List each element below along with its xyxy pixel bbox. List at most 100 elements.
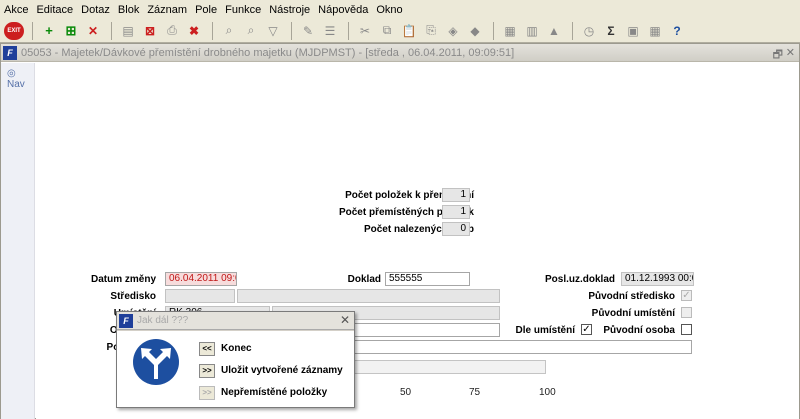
calendar-icon: ▦ <box>649 23 661 38</box>
help-button[interactable]: ? <box>667 21 687 41</box>
items-to-move-field: 1 <box>442 188 470 202</box>
duplicate-icon: ⎘ <box>426 23 436 37</box>
errors-field: 0 <box>442 222 470 236</box>
orig-person-label: Původní osoba <box>603 325 675 336</box>
unmoved-items-button[interactable]: >> <box>199 386 215 400</box>
dialog-title: Jak dál ??? <box>137 315 189 326</box>
toolbar-separator <box>32 21 33 40</box>
edit-button[interactable]: ✎ <box>298 21 318 41</box>
duplicate-button[interactable]: ⎘ <box>421 21 441 41</box>
center-code-field <box>165 289 235 303</box>
orig-person-checkbox[interactable] <box>681 324 692 335</box>
paste-button[interactable]: 📋 <box>399 21 419 41</box>
orig-center-checkbox: ✓ <box>681 290 692 301</box>
query-button[interactable]: ⌕ <box>219 21 239 41</box>
calendar-button[interactable]: ▦ <box>645 21 665 41</box>
orig-location-label: Původní umístění <box>591 308 675 319</box>
last-doc-field: 01.12.1993 00:00: <box>621 272 694 286</box>
menu-item-3[interactable]: Blok <box>118 4 139 16</box>
items-to-move-label: Počet položek k přemístění <box>345 190 474 201</box>
clear-icon: ⊠ <box>144 23 156 38</box>
center-name-field <box>237 289 500 303</box>
change-date-label: Datum změny <box>90 274 156 285</box>
insert-record-icon: ⊞ <box>65 22 77 38</box>
tool-button[interactable]: ◆ <box>465 21 485 41</box>
copy-icon: ⧉ <box>382 23 392 37</box>
copy-button[interactable]: ⧉ <box>377 21 397 41</box>
close-window-icon[interactable]: ✕ <box>786 46 795 59</box>
delete-record-icon: ✕ <box>87 23 99 38</box>
save-records-button[interactable]: >> <box>199 364 215 378</box>
dialog-body: << Konec >> Uložit vytvořené záznamy >> … <box>117 331 354 407</box>
progress-tick: 50 <box>400 387 412 398</box>
menu-item-5[interactable]: Pole <box>195 4 217 16</box>
save-records-label: Uložit vytvořené záznamy <box>221 365 343 376</box>
edit-icon: ✎ <box>302 23 314 38</box>
toolbar-separator <box>493 21 494 40</box>
center-label: Středisko <box>110 291 156 302</box>
list-button[interactable]: ☰ <box>320 21 340 41</box>
calculator-button[interactable]: ▣ <box>623 21 643 41</box>
print-icon: ⎙ <box>167 23 177 37</box>
help-icon: ? <box>673 23 681 38</box>
menu-item-6[interactable]: Funkce <box>225 4 261 16</box>
execute-query-icon: ⌕ <box>247 23 255 37</box>
report-button[interactable]: ▦ <box>500 21 520 41</box>
end-label: Konec <box>221 343 252 354</box>
dialog-close-icon[interactable]: ✕ <box>340 313 350 327</box>
triangle-button[interactable]: ▲ <box>544 21 564 41</box>
tool-icon: ◆ <box>470 23 480 38</box>
moved-items-field: 1 <box>442 205 470 219</box>
app-logo-icon: F <box>119 313 133 328</box>
cut-icon: ✂ <box>359 23 371 38</box>
progress-bar <box>333 360 546 374</box>
cut-button[interactable]: ✂ <box>355 21 375 41</box>
save-icon: ▤ <box>122 23 134 38</box>
execute-query-button[interactable]: ⌕ <box>241 21 261 41</box>
toolbar-separator <box>348 21 349 40</box>
clock-button[interactable]: ◷ <box>579 21 599 41</box>
menu-item-7[interactable]: Nástroje <box>269 4 310 16</box>
menu-item-1[interactable]: Editace <box>36 4 73 16</box>
find-button[interactable]: ◈ <box>443 21 463 41</box>
menu-item-2[interactable]: Dotaz <box>81 4 110 16</box>
clear-button[interactable]: ⊠ <box>140 21 160 41</box>
moved-items-label: Počet přemístěných položek <box>338 207 474 218</box>
delete-button[interactable]: ✖ <box>184 21 204 41</box>
delete-record-button[interactable]: ✕ <box>83 21 103 41</box>
query-icon: ⌕ <box>225 23 233 37</box>
toolbar-separator <box>291 21 292 40</box>
nav-link[interactable]: ◎ Nav <box>7 68 34 90</box>
progress-tick: 100 <box>539 387 556 398</box>
save-button[interactable]: ▤ <box>118 21 138 41</box>
change-date-field[interactable]: 06.04.2011 09:09: <box>165 272 237 286</box>
find-icon: ◈ <box>448 23 458 38</box>
calculator-icon: ▣ <box>627 23 639 38</box>
toolbar-separator <box>212 21 213 40</box>
exit-icon: EXIT <box>4 21 24 40</box>
orig-center-label: Původní středisko <box>588 291 675 302</box>
menu-item-9[interactable]: Okno <box>376 4 402 16</box>
by-location-checkbox[interactable]: ✓ <box>581 324 592 335</box>
app-logo-icon: F <box>3 45 17 60</box>
menu-item-0[interactable]: Akce <box>4 4 28 16</box>
document-field[interactable]: 555555 <box>385 272 470 286</box>
exit-button[interactable]: EXIT <box>4 21 24 41</box>
print-button[interactable]: ⎙ <box>162 21 182 41</box>
insert-record-button[interactable]: ⊞ <box>61 21 81 41</box>
sum-button[interactable]: Σ <box>601 21 621 41</box>
document-label: Doklad <box>347 274 381 285</box>
progress-tick: 75 <box>469 387 481 398</box>
new-record-button[interactable]: + <box>39 21 59 41</box>
menu-item-8[interactable]: Nápověda <box>318 4 368 16</box>
toolbar: EXIT + ⊞ ✕ ▤ ⊠ ⎙ ✖ ⌕ ⌕ ▽ ✎ ☰ ✂ ⧉ 📋 ⎘ ◈ ◆… <box>0 19 800 43</box>
by-location-label: Dle umístění <box>515 325 575 336</box>
split-arrows-icon <box>133 339 179 385</box>
filter-button[interactable]: ▽ <box>263 21 283 41</box>
filter-icon: ▽ <box>268 23 278 38</box>
menu-item-4[interactable]: Záznam <box>147 4 187 16</box>
chart-icon: ▥ <box>526 23 538 38</box>
end-button[interactable]: << <box>199 342 215 356</box>
toolbar-separator <box>111 21 112 40</box>
chart-button[interactable]: ▥ <box>522 21 542 41</box>
